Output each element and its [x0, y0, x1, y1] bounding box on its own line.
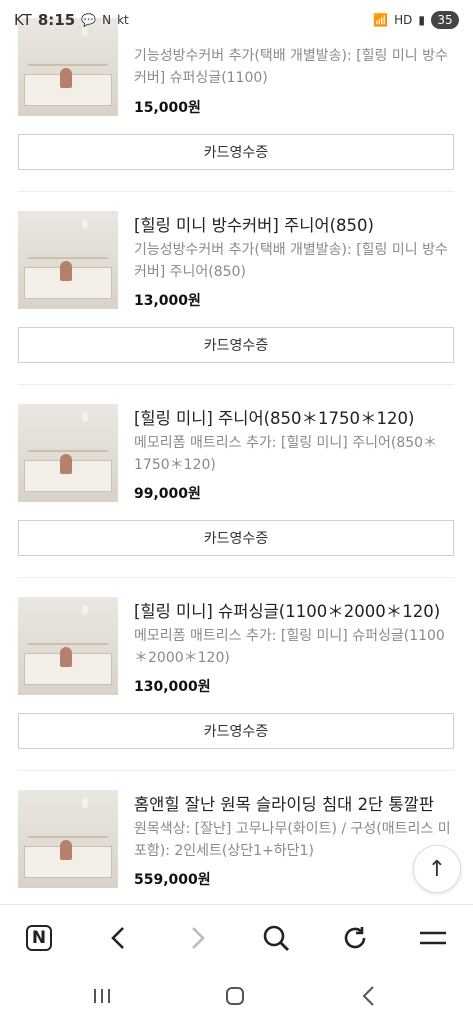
naver-home-icon: N [26, 925, 52, 951]
menu-icon [420, 931, 446, 945]
back-button[interactable] [98, 921, 138, 955]
n-app-icon: N [102, 13, 112, 27]
forward-button[interactable] [178, 921, 218, 955]
search-icon [263, 925, 289, 951]
refresh-icon [344, 927, 366, 949]
option-text: 원목색상: [잘난] 고무나무(화이트) / 구성(매트리스 미포함): 2인세… [134, 821, 451, 859]
option-text: 기능성방수커버 추가(택배 개별발송): [힐링 미니 방수커버] 주니어(85… [134, 242, 448, 280]
home-button[interactable] [215, 980, 255, 1012]
time: 8:15 [37, 11, 76, 29]
forward-icon [192, 927, 205, 949]
divider [18, 191, 454, 192]
wifi-icon: 📶 [373, 13, 389, 27]
price: 15,000원 [134, 100, 201, 116]
arrow-up-icon: ↑ [427, 856, 447, 882]
refresh-button[interactable] [335, 921, 375, 955]
battery-badge: 35 [431, 11, 459, 29]
talk-icon: 💬 [81, 13, 97, 27]
menu-button[interactable] [413, 921, 453, 955]
product-title[interactable]: [힐링 미니] 슈퍼싱글(1100＊2000＊120) [134, 598, 440, 622]
price: 559,000원 [134, 872, 211, 888]
kt-icon: kt [117, 13, 129, 27]
scroll-top-button[interactable]: ↑ [413, 845, 461, 893]
product-title[interactable]: 홈앤힐 잘난 원목 슬라이딩 침대 2단 통깔판 [134, 791, 434, 815]
option-text: 메모리폼 매트리스 추가: [힐링 미니] 주니어(850＊1750＊120) [134, 435, 438, 473]
recent-apps-icon [94, 989, 110, 1003]
browser-toolbar: N [0, 904, 473, 969]
recent-apps-button[interactable] [82, 980, 122, 1012]
product-thumbnail[interactable] [18, 597, 118, 695]
price: 13,000원 [134, 293, 201, 309]
signal-icon: ▮ [418, 13, 425, 27]
card-receipt-button[interactable]: 카드영수증 [18, 520, 454, 556]
product-thumbnail[interactable] [18, 790, 118, 888]
price: 99,000원 [134, 486, 201, 502]
divider [18, 577, 454, 578]
option-text: 메모리폼 매트리스 추가: [힐링 미니] 슈퍼싱글(1100＊2000＊120… [134, 628, 445, 666]
product-title[interactable]: [힐링 미니] 주니어(850＊1750＊120) [134, 405, 414, 429]
hd-icon: HD [394, 13, 413, 27]
card-receipt-button[interactable]: 카드영수증 [18, 134, 454, 170]
status-bar: KT 8:15 💬 N kt 📶 HD ▮ 35 [0, 0, 473, 40]
back-icon [111, 927, 124, 949]
option-text: 기능성방수커버 추가(택배 개별발송): [힐링 미니 방수커버] 슈퍼싱글(1… [134, 48, 448, 86]
product-title[interactable]: [힐링 미니 방수커버] 주니어(850) [134, 212, 374, 236]
card-receipt-button[interactable]: 카드영수증 [18, 327, 454, 363]
divider [18, 770, 454, 771]
home-icon [226, 987, 244, 1005]
back-nav-button[interactable] [348, 980, 388, 1012]
back-nav-icon [362, 986, 374, 1006]
price: 130,000원 [134, 679, 211, 695]
naver-home-button[interactable]: N [19, 921, 59, 955]
product-thumbnail[interactable] [18, 211, 118, 309]
product-thumbnail[interactable] [18, 404, 118, 502]
divider [18, 384, 454, 385]
system-navigation-bar [0, 968, 473, 1024]
card-receipt-button[interactable]: 카드영수증 [18, 713, 454, 749]
search-button[interactable] [256, 921, 296, 955]
carrier: KT [14, 11, 32, 29]
